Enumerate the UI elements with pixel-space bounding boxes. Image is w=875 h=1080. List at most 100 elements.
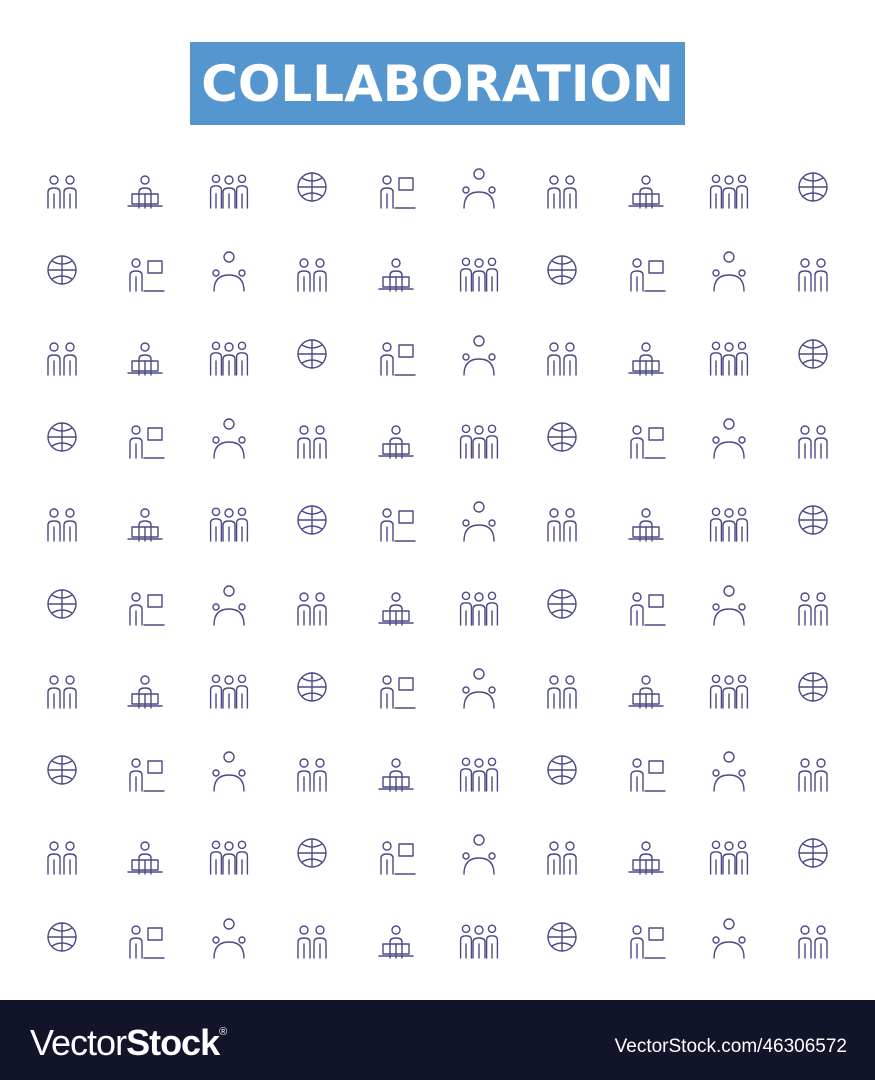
collaboration-icon [373, 497, 419, 543]
collaboration-icon [706, 331, 752, 377]
collaboration-icon [623, 747, 669, 793]
collaboration-icon [122, 581, 168, 627]
collaboration-icon [122, 914, 168, 960]
collaboration-icon [39, 414, 85, 460]
collaboration-icon [623, 914, 669, 960]
collaboration-icon [206, 747, 252, 793]
collaboration-icon [539, 331, 585, 377]
collaboration-icon [456, 414, 502, 460]
logo-mark: ® [219, 1026, 227, 1038]
collaboration-icon [706, 247, 752, 293]
collaboration-icon [623, 414, 669, 460]
collaboration-icon [706, 747, 752, 793]
collaboration-icon [623, 830, 669, 876]
collaboration-icon [289, 747, 335, 793]
collaboration-icon [39, 664, 85, 710]
collaboration-icon [122, 414, 168, 460]
collaboration-icon [289, 331, 335, 377]
collaboration-icon [39, 747, 85, 793]
collaboration-icon [39, 830, 85, 876]
collaboration-icon [623, 164, 669, 210]
collaboration-icon [289, 164, 335, 210]
collaboration-icon [623, 331, 669, 377]
collaboration-icon [206, 331, 252, 377]
collaboration-icon [539, 247, 585, 293]
collaboration-icon [122, 830, 168, 876]
collaboration-icon [39, 581, 85, 627]
collaboration-icon [790, 331, 836, 377]
collaboration-icon [623, 581, 669, 627]
logo-bold: Stock [126, 1022, 220, 1063]
collaboration-icon [706, 497, 752, 543]
collaboration-icon [706, 414, 752, 460]
collaboration-icon [373, 830, 419, 876]
collaboration-icon [206, 247, 252, 293]
collaboration-icon [289, 247, 335, 293]
collaboration-icon [790, 830, 836, 876]
collaboration-icon [289, 664, 335, 710]
collaboration-icon [456, 247, 502, 293]
collaboration-icon [456, 497, 502, 543]
vectorstock-logo: VectorStock® [30, 1022, 227, 1064]
collaboration-icon [289, 830, 335, 876]
collaboration-icon [790, 581, 836, 627]
collaboration-icon [373, 331, 419, 377]
collaboration-icon [206, 497, 252, 543]
collaboration-icon [539, 164, 585, 210]
collaboration-icon [623, 497, 669, 543]
icon-grid [0, 0, 875, 1000]
collaboration-icon [706, 164, 752, 210]
collaboration-icon [289, 497, 335, 543]
collaboration-icon [456, 164, 502, 210]
collaboration-icon [39, 247, 85, 293]
collaboration-icon [790, 497, 836, 543]
collaboration-icon [790, 414, 836, 460]
collaboration-icon [122, 497, 168, 543]
collaboration-icon [456, 581, 502, 627]
collaboration-icon [39, 497, 85, 543]
collaboration-icon [39, 164, 85, 210]
collaboration-icon [539, 497, 585, 543]
collaboration-icon [456, 830, 502, 876]
collaboration-icon [373, 414, 419, 460]
footer-bar: VectorStock® VectorStock.com/46306572 [0, 1000, 875, 1080]
collaboration-icon [790, 164, 836, 210]
collaboration-icon [122, 747, 168, 793]
collaboration-icon [373, 747, 419, 793]
collaboration-icon [122, 331, 168, 377]
collaboration-icon [206, 164, 252, 210]
collaboration-icon [206, 581, 252, 627]
logo-light: Vector [30, 1022, 127, 1063]
collaboration-icon [289, 914, 335, 960]
collaboration-icon [373, 164, 419, 210]
collaboration-icon [790, 747, 836, 793]
collaboration-icon [39, 914, 85, 960]
collaboration-icon [373, 581, 419, 627]
collaboration-icon [623, 247, 669, 293]
collaboration-icon [706, 830, 752, 876]
collaboration-icon [122, 164, 168, 210]
collaboration-icon [456, 747, 502, 793]
collaboration-icon [539, 414, 585, 460]
collaboration-icon [456, 664, 502, 710]
collaboration-icon [39, 331, 85, 377]
collaboration-icon [373, 664, 419, 710]
collaboration-icon [539, 581, 585, 627]
collaboration-icon [790, 664, 836, 710]
collaboration-icon [289, 414, 335, 460]
collaboration-icon [539, 747, 585, 793]
collaboration-icon [206, 914, 252, 960]
collaboration-icon [122, 247, 168, 293]
image-url: VectorStock.com/46306572 [614, 1036, 847, 1057]
collaboration-icon [539, 914, 585, 960]
collaboration-icon [706, 664, 752, 710]
collaboration-icon [790, 247, 836, 293]
collaboration-icon [456, 331, 502, 377]
collaboration-icon [623, 664, 669, 710]
collaboration-icon [206, 664, 252, 710]
collaboration-icon [289, 581, 335, 627]
collaboration-icon [539, 830, 585, 876]
collaboration-icon [373, 914, 419, 960]
collaboration-icon [706, 581, 752, 627]
collaboration-icon [206, 414, 252, 460]
